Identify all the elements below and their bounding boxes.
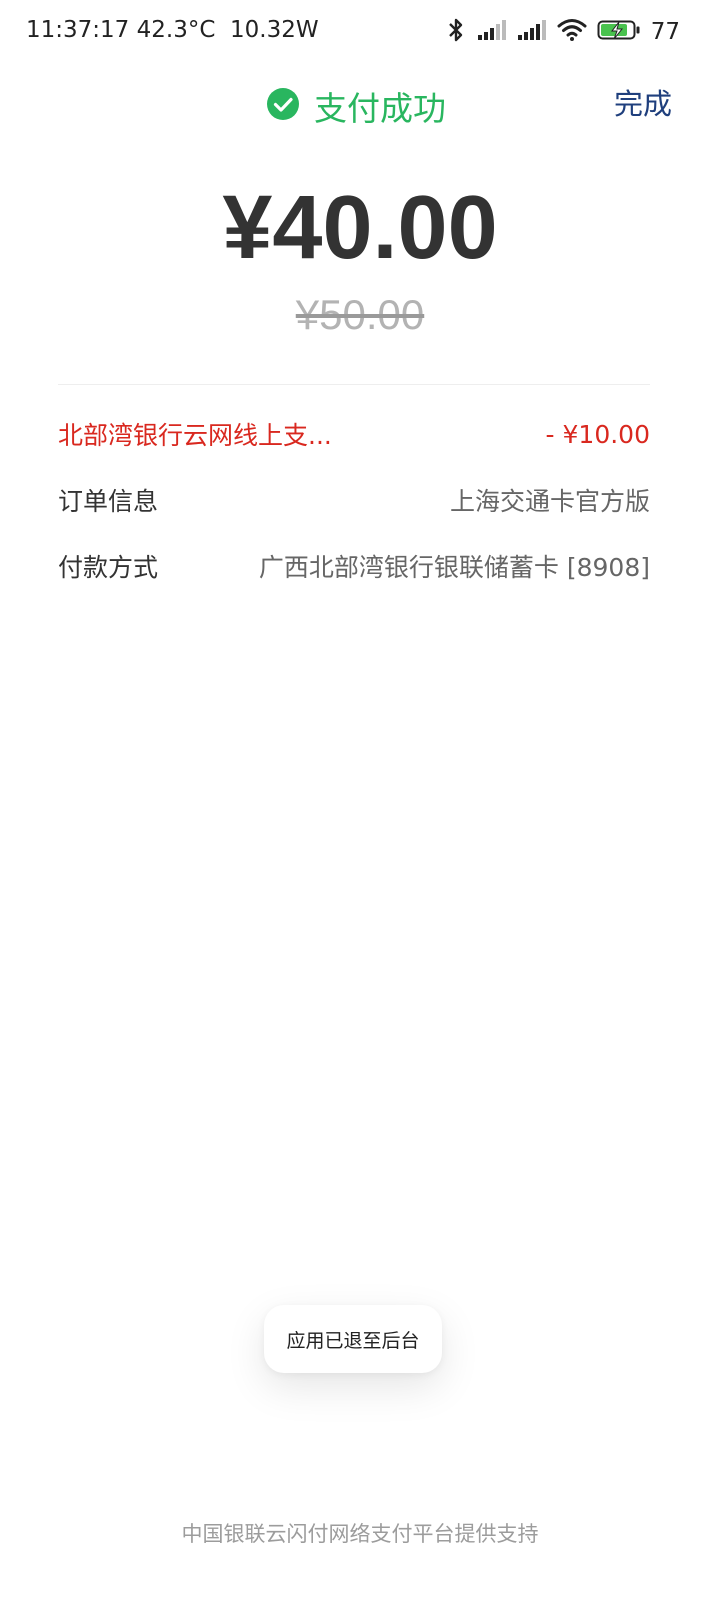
payment-method-label: 付款方式 — [58, 553, 159, 582]
signal-icon — [517, 19, 547, 45]
signal-icon — [477, 19, 507, 45]
order-info-value: 上海交通卡官方版 — [449, 487, 650, 516]
status-icons: 77 — [445, 16, 680, 48]
status-info: 11:37:17 42.3°C 10.32W — [26, 17, 319, 43]
toast-message: 应用已退至后台 — [264, 1305, 442, 1373]
footer-text: 中国银联云闪付网络支付平台提供支持 — [181, 1522, 539, 1546]
status-time: 11:37:17 — [26, 17, 130, 43]
status-power: 10.32W — [230, 17, 319, 43]
payment-status: 支付成功 — [266, 84, 446, 128]
payment-method-value: 广西北部湾银行银联储蓄卡 [8908] — [258, 553, 650, 582]
status-bar: 11:37:17 42.3°C 10.32W 77 — [0, 0, 720, 64]
check-circle-icon — [266, 87, 300, 125]
divider — [58, 384, 650, 385]
page-title: 支付成功 — [314, 89, 446, 128]
order-info-row: 订单信息 上海交通卡官方版 — [58, 480, 650, 520]
payment-method-row: 付款方式 广西北部湾银行银联储蓄卡 [8908] — [58, 546, 650, 586]
battery-percent: 77 — [650, 19, 680, 45]
order-info-label: 订单信息 — [58, 487, 159, 516]
done-button[interactable]: 完成 — [614, 84, 672, 124]
wifi-icon — [557, 18, 587, 46]
bluetooth-icon — [445, 17, 467, 47]
paid-amount: ¥40.00 — [222, 178, 498, 278]
discount-label: 北部湾银行云网线上支... — [58, 421, 332, 450]
battery-charging-icon — [597, 19, 641, 45]
discount-value: - ¥10.00 — [545, 419, 650, 449]
discount-row: 北部湾银行云网线上支... - ¥10.00 — [58, 414, 650, 454]
status-temperature: 42.3°C — [136, 17, 216, 43]
original-amount: ¥50.00 — [295, 291, 425, 338]
